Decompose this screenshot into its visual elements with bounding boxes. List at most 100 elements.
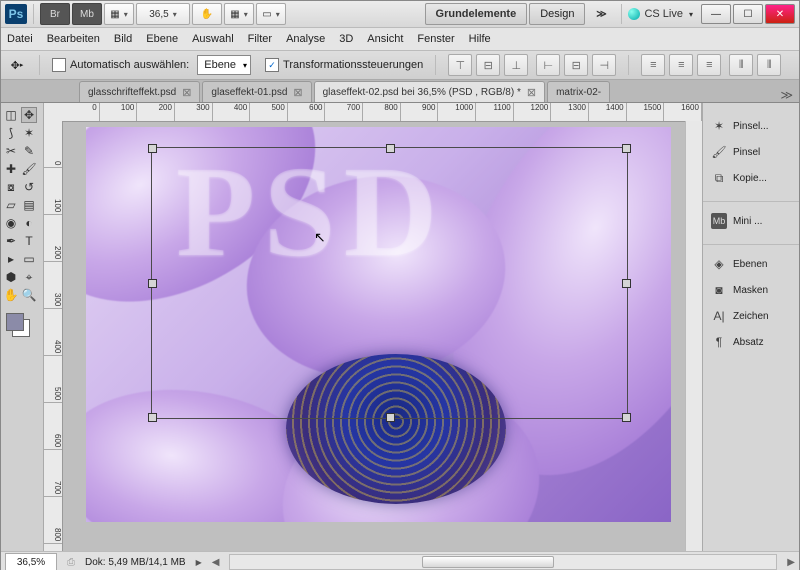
foreground-color[interactable]: [6, 313, 24, 331]
distribute-5[interactable]: ⦀: [757, 54, 781, 76]
window-close[interactable]: ✕: [765, 4, 795, 24]
3d-camera-tool[interactable]: ⌖: [21, 269, 37, 285]
hand-tool[interactable]: ✋: [3, 287, 19, 303]
screen-mode-dropdown[interactable]: ▭: [256, 3, 286, 25]
lasso-tool[interactable]: ⟆: [3, 125, 19, 141]
menu-window[interactable]: Fenster: [417, 33, 454, 45]
handle-nw[interactable]: [148, 144, 157, 153]
panel-character[interactable]: A|Zeichen: [703, 303, 799, 329]
transform-controls-checkbox[interactable]: ✓ Transformationssteuerungen: [265, 58, 423, 72]
move-tool[interactable]: ✥: [21, 107, 37, 123]
panel-brush-presets[interactable]: ✶Pinsel...: [703, 113, 799, 139]
zoom-field[interactable]: 36,5%: [5, 553, 57, 570]
zoom-tool[interactable]: 🔍: [21, 287, 37, 303]
distribute-1[interactable]: ≡: [641, 54, 665, 76]
arrange-dropdown[interactable]: ▦: [224, 3, 254, 25]
auto-select-checkbox[interactable]: Automatisch auswählen:: [52, 58, 189, 72]
align-vcenter[interactable]: ⊟: [476, 54, 500, 76]
doc-tab[interactable]: matrix-02-: [547, 81, 610, 102]
panel-clone-source[interactable]: ⧉Kopie...: [703, 165, 799, 191]
align-left[interactable]: ⊢: [536, 54, 560, 76]
distribute-4[interactable]: ⦀: [729, 54, 753, 76]
minibridge-button[interactable]: Mb: [72, 3, 102, 25]
healing-tool[interactable]: ✚: [3, 161, 19, 177]
ruler-vertical[interactable]: 01002003004005006007008009001000: [44, 121, 63, 551]
auto-select-target[interactable]: Ebene: [197, 55, 251, 75]
align-right[interactable]: ⊣: [592, 54, 616, 76]
transform-box[interactable]: [151, 147, 628, 419]
canvas-area: 0100200300400500600700800900100011001200…: [44, 103, 702, 551]
pen-tool[interactable]: ✒: [3, 233, 19, 249]
panel-paragraph[interactable]: ¶Absatz: [703, 329, 799, 355]
color-swatches[interactable]: [6, 313, 36, 333]
3d-tool[interactable]: ⬢: [3, 269, 19, 285]
handle-e[interactable]: [622, 279, 631, 288]
zoom-level-dropdown[interactable]: 36,5: [136, 3, 190, 25]
close-icon[interactable]: ⊠: [293, 86, 302, 99]
handle-s[interactable]: [386, 413, 395, 422]
doc-tab[interactable]: glasschrifteffekt.psd⊠: [79, 81, 200, 102]
handle-w[interactable]: [148, 279, 157, 288]
crop-tool[interactable]: ✂: [3, 143, 19, 159]
panel-brush[interactable]: 🖌Pinsel: [703, 139, 799, 165]
blur-tool[interactable]: ◉: [3, 215, 19, 231]
scroll-thumb[interactable]: [422, 556, 554, 568]
distribute-buttons: ≡ ≡ ≡: [641, 54, 721, 76]
bridge-button[interactable]: Br: [40, 3, 70, 25]
stamp-tool[interactable]: ⧇: [3, 179, 19, 195]
workspace-design[interactable]: Design: [529, 3, 585, 25]
dodge-tool[interactable]: ◐: [21, 215, 37, 231]
brush-tool[interactable]: 🖌: [21, 161, 37, 177]
panel-mini-bridge[interactable]: MbMini ...: [703, 208, 799, 234]
handle-ne[interactable]: [622, 144, 631, 153]
brush-icon: ✶: [711, 118, 727, 134]
panel-layers[interactable]: ◈Ebenen: [703, 251, 799, 277]
close-icon[interactable]: ⊠: [182, 86, 191, 99]
menu-analysis[interactable]: Analyse: [286, 33, 325, 45]
paragraph-icon: ¶: [711, 334, 727, 350]
align-hcenter[interactable]: ⊟: [564, 54, 588, 76]
distribute-2[interactable]: ≡: [669, 54, 693, 76]
ruler-horizontal[interactable]: 0100200300400500600700800900100011001200…: [62, 103, 702, 122]
menu-select[interactable]: Auswahl: [192, 33, 234, 45]
hand-tool-button[interactable]: ✋: [192, 3, 222, 25]
menu-image[interactable]: Bild: [114, 33, 132, 45]
menu-filter[interactable]: Filter: [248, 33, 272, 45]
window-minimize[interactable]: —: [701, 4, 731, 24]
handle-se[interactable]: [622, 413, 631, 422]
vertical-scrollbar[interactable]: [685, 121, 702, 551]
window-maximize[interactable]: ☐: [733, 4, 763, 24]
eraser-tool[interactable]: ▱: [3, 197, 19, 213]
magic-wand-tool[interactable]: ✶: [21, 125, 37, 141]
menu-help[interactable]: Hilfe: [469, 33, 491, 45]
menu-3d[interactable]: 3D: [339, 33, 353, 45]
align-top[interactable]: ⊤: [448, 54, 472, 76]
horizontal-scrollbar[interactable]: [229, 554, 777, 570]
panel-masks[interactable]: ◙Masken: [703, 277, 799, 303]
doc-tab-active[interactable]: glaseffekt-02.psd bei 36,5% (PSD , RGB/8…: [314, 81, 545, 102]
document-canvas[interactable]: PSD ↖: [86, 127, 671, 522]
workspace-essentials[interactable]: Grundelemente: [425, 3, 528, 25]
zoom-level-value: 36,5: [149, 9, 168, 20]
workspace-more[interactable]: ≫: [587, 4, 615, 24]
close-icon[interactable]: ⊠: [527, 86, 536, 99]
shape-tool[interactable]: ▭: [21, 251, 37, 267]
history-brush-tool[interactable]: ↺: [21, 179, 37, 195]
handle-n[interactable]: [386, 144, 395, 153]
path-select-tool[interactable]: ▸: [3, 251, 19, 267]
type-tool[interactable]: T: [21, 233, 37, 249]
menu-file[interactable]: Datei: [7, 33, 33, 45]
distribute-3[interactable]: ≡: [697, 54, 721, 76]
menu-edit[interactable]: Bearbeiten: [47, 33, 100, 45]
cs-live-button[interactable]: CS Live ▾: [628, 8, 693, 20]
menu-layer[interactable]: Ebene: [146, 33, 178, 45]
marquee-tool[interactable]: ◫: [3, 107, 19, 123]
handle-sw[interactable]: [148, 413, 157, 422]
tabs-overflow[interactable]: ≫: [780, 88, 793, 102]
gradient-tool[interactable]: ▤: [21, 197, 37, 213]
menu-view[interactable]: Ansicht: [367, 33, 403, 45]
align-bottom[interactable]: ⊥: [504, 54, 528, 76]
doc-tab[interactable]: glaseffekt-01.psd⊠: [202, 81, 311, 102]
eyedropper-tool[interactable]: ✎: [21, 143, 37, 159]
view-extras-dropdown[interactable]: ▦: [104, 3, 134, 25]
